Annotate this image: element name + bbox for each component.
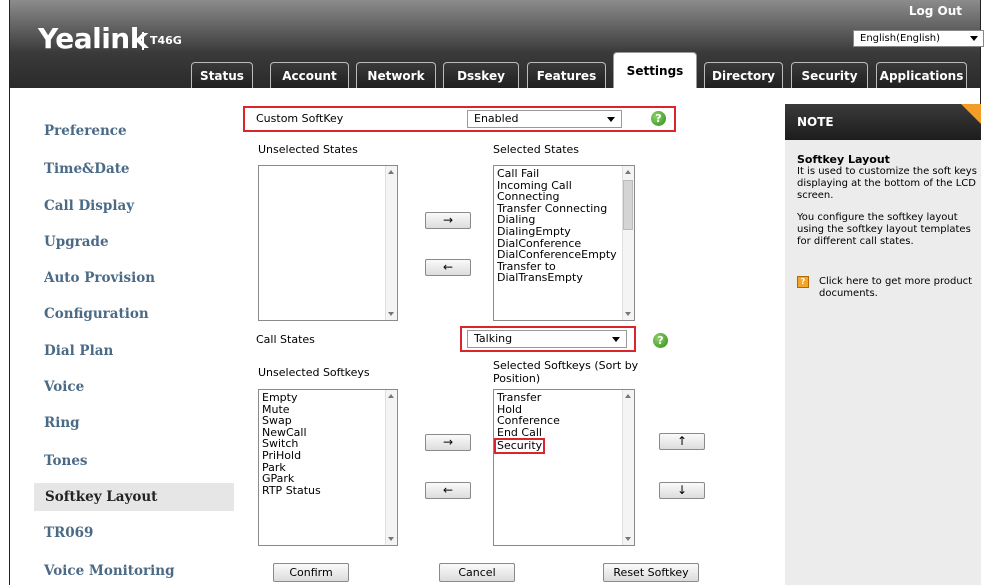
list-item[interactable]: GPark [262,473,394,485]
move-softkey-up-button[interactable]: ↑ [659,433,705,450]
scrollbar[interactable] [622,166,634,320]
custom-softkey-select[interactable]: Enabled [467,110,622,128]
selected-states-list[interactable]: Call Fail Incoming Call Connecting Trans… [493,165,635,321]
list-item[interactable]: Transfer [497,392,631,404]
selected-softkeys-label: Selected Softkeys (Sort by Position) [493,359,639,385]
reset-softkey-button[interactable]: Reset Softkey [603,563,699,582]
sidebar-item-configuration[interactable]: Configuration [44,306,149,322]
sidebar-item-voice-monitoring[interactable]: Voice Monitoring [44,563,175,579]
list-item[interactable]: RTP Status [262,485,394,497]
tab-network[interactable]: Network [356,62,436,88]
sidebar-item-softkey-layout[interactable]: Softkey Layout [34,483,234,511]
language-select[interactable]: English(English) [853,30,984,47]
model-label: T46G [142,32,182,50]
chevron-down-icon [607,117,615,122]
tab-security[interactable]: Security [791,62,868,88]
cancel-button[interactable]: Cancel [439,563,515,582]
unselected-softkeys-list[interactable]: Empty Mute Swap NewCall Switch PriHold P… [258,389,398,546]
unselected-states-list[interactable] [258,165,398,321]
scroll-up-icon [388,170,394,174]
list-item[interactable]: DialingEmpty [497,226,631,238]
tab-applications[interactable]: Applications [876,62,967,88]
note-panel: NOTE Softkey Layout It is used to custom… [785,104,981,585]
scrollbar[interactable] [385,166,397,320]
note-link-text: Click here to get more product documents… [819,276,973,299]
note-link[interactable]: ? Click here to get more product documen… [797,276,977,300]
tab-status[interactable]: Status [191,62,253,88]
note-corner-decoration [961,104,981,124]
custom-softkey-label: Custom SoftKey [256,112,344,125]
custom-softkey-value: Enabled [474,112,519,125]
sidebar-item-voice[interactable]: Voice [44,379,84,395]
tab-dsskey[interactable]: Dsskey [443,62,519,88]
sidebar-item-ring[interactable]: Ring [44,415,80,431]
selected-softkeys-list[interactable]: Transfer Hold Conference End Call Securi… [493,389,635,546]
note-title: Softkey Layout [797,153,890,166]
scroll-down-icon [388,537,394,541]
note-text-2: You configure the softkey layout using t… [797,212,971,247]
document-icon: ? [797,276,809,288]
security-highlight: Security [494,438,546,454]
call-states-label: Call States [256,333,315,346]
scroll-down-icon [625,537,631,541]
note-header: NOTE [785,104,981,140]
help-icon[interactable]: ? [651,111,666,126]
move-softkey-down-button[interactable]: ↓ [659,482,705,499]
sidebar-item-time-date[interactable]: Time&Date [44,161,130,177]
logout-link[interactable]: Log Out [909,4,962,18]
scroll-up-icon [625,394,631,398]
move-softkey-left-button[interactable]: ← [425,482,471,499]
scrollbar[interactable] [385,390,397,545]
list-item-security[interactable]: Security [494,438,631,454]
note-spacer [797,202,977,212]
list-item[interactable]: DialTransEmpty [497,272,631,284]
move-state-right-button[interactable]: → [425,212,471,229]
list-item[interactable]: Call Fail [497,168,631,180]
list-item[interactable]: Empty [262,392,394,404]
list-item[interactable]: DialConferenceEmpty [497,249,631,261]
scrollbar[interactable] [622,390,634,545]
chevron-down-icon [970,36,978,41]
selected-states-label: Selected States [493,143,580,156]
move-softkey-right-button[interactable]: → [425,434,471,451]
chevron-down-icon [612,337,620,342]
header-bar: Yealink T46G Log Out English(English) St… [10,0,984,88]
unselected-softkeys-label: Unselected Softkeys [258,366,370,379]
note-body: Softkey Layout It is used to customize t… [797,154,977,300]
note-spacer [797,248,977,276]
tab-features[interactable]: Features [527,62,606,88]
confirm-button[interactable]: Confirm [273,563,349,582]
move-state-left-button[interactable]: ← [425,259,471,276]
sidebar-item-call-display[interactable]: Call Display [44,198,134,214]
list-item[interactable]: PriHold [262,450,394,462]
tab-settings[interactable]: Settings [613,52,697,88]
scroll-thumb[interactable] [623,180,633,230]
unselected-states-label: Unselected States [258,143,358,156]
sidebar-item-dial-plan[interactable]: Dial Plan [44,343,113,359]
call-states-select[interactable]: Talking [467,330,627,348]
sidebar-item-tones[interactable]: Tones [44,453,88,469]
tab-account[interactable]: Account [270,62,349,88]
sidebar-item-preference[interactable]: Preference [44,123,127,139]
help-icon[interactable]: ? [653,333,668,348]
tab-directory[interactable]: Directory [704,62,783,88]
list-item[interactable]: End Call [497,427,631,439]
scroll-up-icon [625,170,631,174]
scroll-down-icon [388,312,394,316]
sidebar: Preference Time&Date Call Display Upgrad… [10,95,235,585]
sidebar-item-upgrade[interactable]: Upgrade [44,234,109,250]
yealink-logo: Yealink [38,22,148,55]
sidebar-item-tr069[interactable]: TR069 [44,525,93,541]
note-text-1: It is used to customize the soft keys di… [797,166,977,201]
language-value: English(English) [860,33,941,44]
scroll-down-icon [625,312,631,316]
scroll-up-icon [388,394,394,398]
sidebar-item-auto-provision[interactable]: Auto Provision [44,270,155,286]
call-states-value: Talking [474,332,513,345]
